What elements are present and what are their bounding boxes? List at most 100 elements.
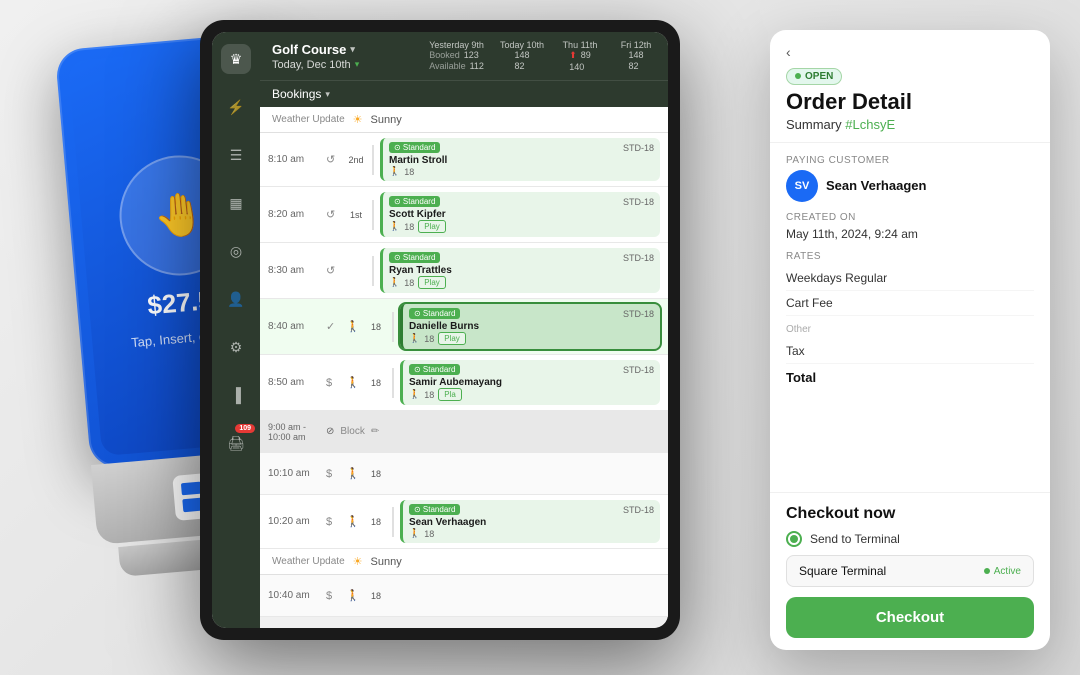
sidebar-icon-print[interactable]: 🖨 109 xyxy=(221,428,251,458)
weather-row-1: Weather Update ☀ Sunny xyxy=(260,107,668,133)
booking-card-840[interactable]: ⊙ Standard STD-18 Danielle Burns 🚶 18 Pl… xyxy=(400,304,660,349)
thu-stat: ⬆ 89 xyxy=(569,50,591,61)
day-today-stats: 148 82 xyxy=(514,50,529,71)
weather-row-2: Weather Update ☀ Sunny xyxy=(260,549,668,575)
time-1040: 10:40 am xyxy=(268,590,320,601)
weather-label-2: Weather Update xyxy=(272,556,345,567)
today-avail-count: 82 xyxy=(514,61,524,71)
sidebar-icon-crown[interactable]: ♛ xyxy=(221,44,251,74)
bookings-label[interactable]: Bookings ▾ xyxy=(272,87,330,101)
booking-name-850: Samir Aubemayang xyxy=(409,377,654,388)
active-dot xyxy=(984,568,990,574)
weather-condition-2: Sunny xyxy=(371,556,402,568)
sidebar-icon-lightning[interactable]: ⚡ xyxy=(221,92,251,122)
fri-avail: 82 xyxy=(628,61,643,71)
order-title: Order Detail xyxy=(786,89,1034,115)
booking-card-1020[interactable]: ⊙ Standard STD-18 Sean Verhaagen 🚶 18 xyxy=(400,500,660,543)
booking-card-850[interactable]: ⊙ Standard STD-18 Samir Aubemayang 🚶 18 … xyxy=(400,360,660,405)
booking-name-1020: Sean Verhaagen xyxy=(409,517,654,528)
thu-avail: 140 xyxy=(569,62,591,72)
back-button[interactable]: ‹ xyxy=(786,44,1034,60)
sidebar-icon-gear[interactable]: ⚙ xyxy=(221,332,251,362)
other-label: Other xyxy=(786,324,1034,335)
sidebar-icon-person[interactable]: 👤 xyxy=(221,284,251,314)
thu-booked: 89 xyxy=(581,50,591,61)
time-slot-820[interactable]: 8:20 am ↺ 1st ⊙ Standard STD-18 Scott Ki… xyxy=(260,187,668,243)
day-yesterday[interactable]: Yesterday 9th Booked 123 Available 112 xyxy=(429,40,484,72)
tablet-header: Golf Course ▾ Today, Dec 10th ▾ Yesterda… xyxy=(260,32,668,80)
sidebar-icon-chart[interactable]: ▐ xyxy=(221,380,251,410)
player-count-810: 18 xyxy=(404,167,414,177)
tax-row: Tax xyxy=(786,339,1034,364)
player-count-840: 18 xyxy=(424,334,434,344)
day-fri[interactable]: Fri 12th 148 82 xyxy=(616,40,656,72)
checkout-title: Checkout now xyxy=(786,505,1034,523)
booking-code-1020: STD-18 xyxy=(623,505,654,515)
check-icon-840: ✓ xyxy=(326,320,340,333)
play-badge-830: Play xyxy=(418,276,446,289)
time-840: 8:40 am xyxy=(268,321,320,332)
tax-label: Tax xyxy=(786,344,805,358)
date-selector[interactable]: Today, Dec 10th ▾ xyxy=(272,59,359,71)
weather-condition-1: Sunny xyxy=(371,114,402,126)
booking-top-810: ⊙ Standard STD-18 xyxy=(389,142,654,153)
divider-810 xyxy=(372,145,374,175)
booking-code-810: STD-18 xyxy=(623,143,654,153)
time-slot-830[interactable]: 8:30 am ↺ ⊙ Standard STD-18 Ryan Trattle… xyxy=(260,243,668,299)
radio-button[interactable] xyxy=(786,531,802,547)
terminal-selector[interactable]: Square Terminal Active xyxy=(786,555,1034,587)
time-slot-1040[interactable]: 10:40 am $ 🚶 18 xyxy=(260,575,668,617)
rate-row-weekdays: Weekdays Regular xyxy=(786,266,1034,291)
created-on-label: Created on xyxy=(786,212,1034,223)
total-row: Total xyxy=(786,364,1034,391)
num-1040: 18 xyxy=(366,591,386,601)
time-slot-840[interactable]: 8:40 am ✓ 🚶 18 ⊙ Standard STD-18 Daniell… xyxy=(260,299,668,355)
sidebar-icon-trophy[interactable]: ◎ xyxy=(221,236,251,266)
schedule-content: Weather Update ☀ Sunny 8:10 am ↺ 2nd ⊙ S… xyxy=(260,107,668,628)
time-slot-1010[interactable]: 10:10 am $ 🚶 18 xyxy=(260,453,668,495)
booking-bottom-850: 🚶 18 Pla xyxy=(409,388,654,401)
checkout-section: Checkout now Send to Terminal Square Ter… xyxy=(770,492,1050,650)
day-today[interactable]: Today 10th 148 82 xyxy=(500,40,544,72)
time-slot-block[interactable]: 9:00 am - 10:00 am ⊘ Block ✏ xyxy=(260,411,668,453)
sidebar-icon-calendar[interactable]: ▦ xyxy=(221,188,251,218)
divider-840 xyxy=(392,312,394,342)
rate-row-cart: Cart Fee xyxy=(786,291,1034,316)
time-slot-850[interactable]: 8:50 am $ 🚶 18 ⊙ Standard STD-18 Samir A… xyxy=(260,355,668,411)
venue-dropdown-icon: ▾ xyxy=(350,44,355,55)
dollar-icon-1040: $ xyxy=(326,590,340,602)
day-today-label: Today 10th xyxy=(500,40,544,50)
booking-card-810[interactable]: ⊙ Standard STD-18 Martin Stroll 🚶 18 xyxy=(380,138,660,181)
sun-icon-2: ☀ xyxy=(353,555,363,568)
day-yesterday-stats: Booked 123 Available 112 xyxy=(429,50,484,71)
dollar-icon-1010: $ xyxy=(326,468,340,480)
sidebar-icon-list[interactable]: ☰ xyxy=(221,140,251,170)
terminal-name: Square Terminal xyxy=(799,564,886,578)
day-thu[interactable]: Thu 11th ⬆ 89 140 xyxy=(560,40,600,72)
yesterday-avail: Available 112 xyxy=(429,61,484,71)
booking-card-830[interactable]: ⊙ Standard STD-18 Ryan Trattles 🚶 18 Pla… xyxy=(380,248,660,293)
send-to-terminal[interactable]: Send to Terminal xyxy=(786,531,1034,547)
radio-selected xyxy=(790,535,798,543)
created-on-value: May 11th, 2024, 9:24 am xyxy=(786,227,1034,241)
time-slot-1020[interactable]: 10:20 am $ 🚶 18 ⊙ Standard STD-18 Sean V… xyxy=(260,495,668,549)
time-850: 8:50 am xyxy=(268,377,320,388)
checkout-button[interactable]: Checkout xyxy=(786,597,1034,638)
day-fri-label: Fri 12th xyxy=(621,40,652,50)
play-badge-820: Play xyxy=(418,220,446,233)
order-detail-panel: ‹ OPEN Order Detail Summary #LchsyE Payi… xyxy=(770,30,1050,650)
time-slot-810[interactable]: 8:10 am ↺ 2nd ⊙ Standard STD-18 Martin S… xyxy=(260,133,668,187)
order-body: Paying Customer SV Sean Verhaagen Create… xyxy=(770,143,1050,493)
send-to-terminal-label: Send to Terminal xyxy=(810,532,900,546)
play-badge-840: Play xyxy=(438,332,466,345)
walk-icon-840: 🚶 xyxy=(346,320,360,333)
venue-selector[interactable]: Golf Course ▾ xyxy=(272,42,359,57)
walk-icon-1020: 🚶 xyxy=(346,515,360,528)
booking-type-1020: ⊙ Standard xyxy=(409,504,460,515)
booking-card-820[interactable]: ⊙ Standard STD-18 Scott Kipfer 🚶 18 Play xyxy=(380,192,660,237)
walk-icon-1040: 🚶 xyxy=(346,589,360,602)
time-820: 8:20 am xyxy=(268,209,320,220)
rates-section: Weekdays Regular Cart Fee xyxy=(786,266,1034,316)
player-count-850: 18 xyxy=(424,390,434,400)
booked-count: 123 xyxy=(464,50,479,60)
